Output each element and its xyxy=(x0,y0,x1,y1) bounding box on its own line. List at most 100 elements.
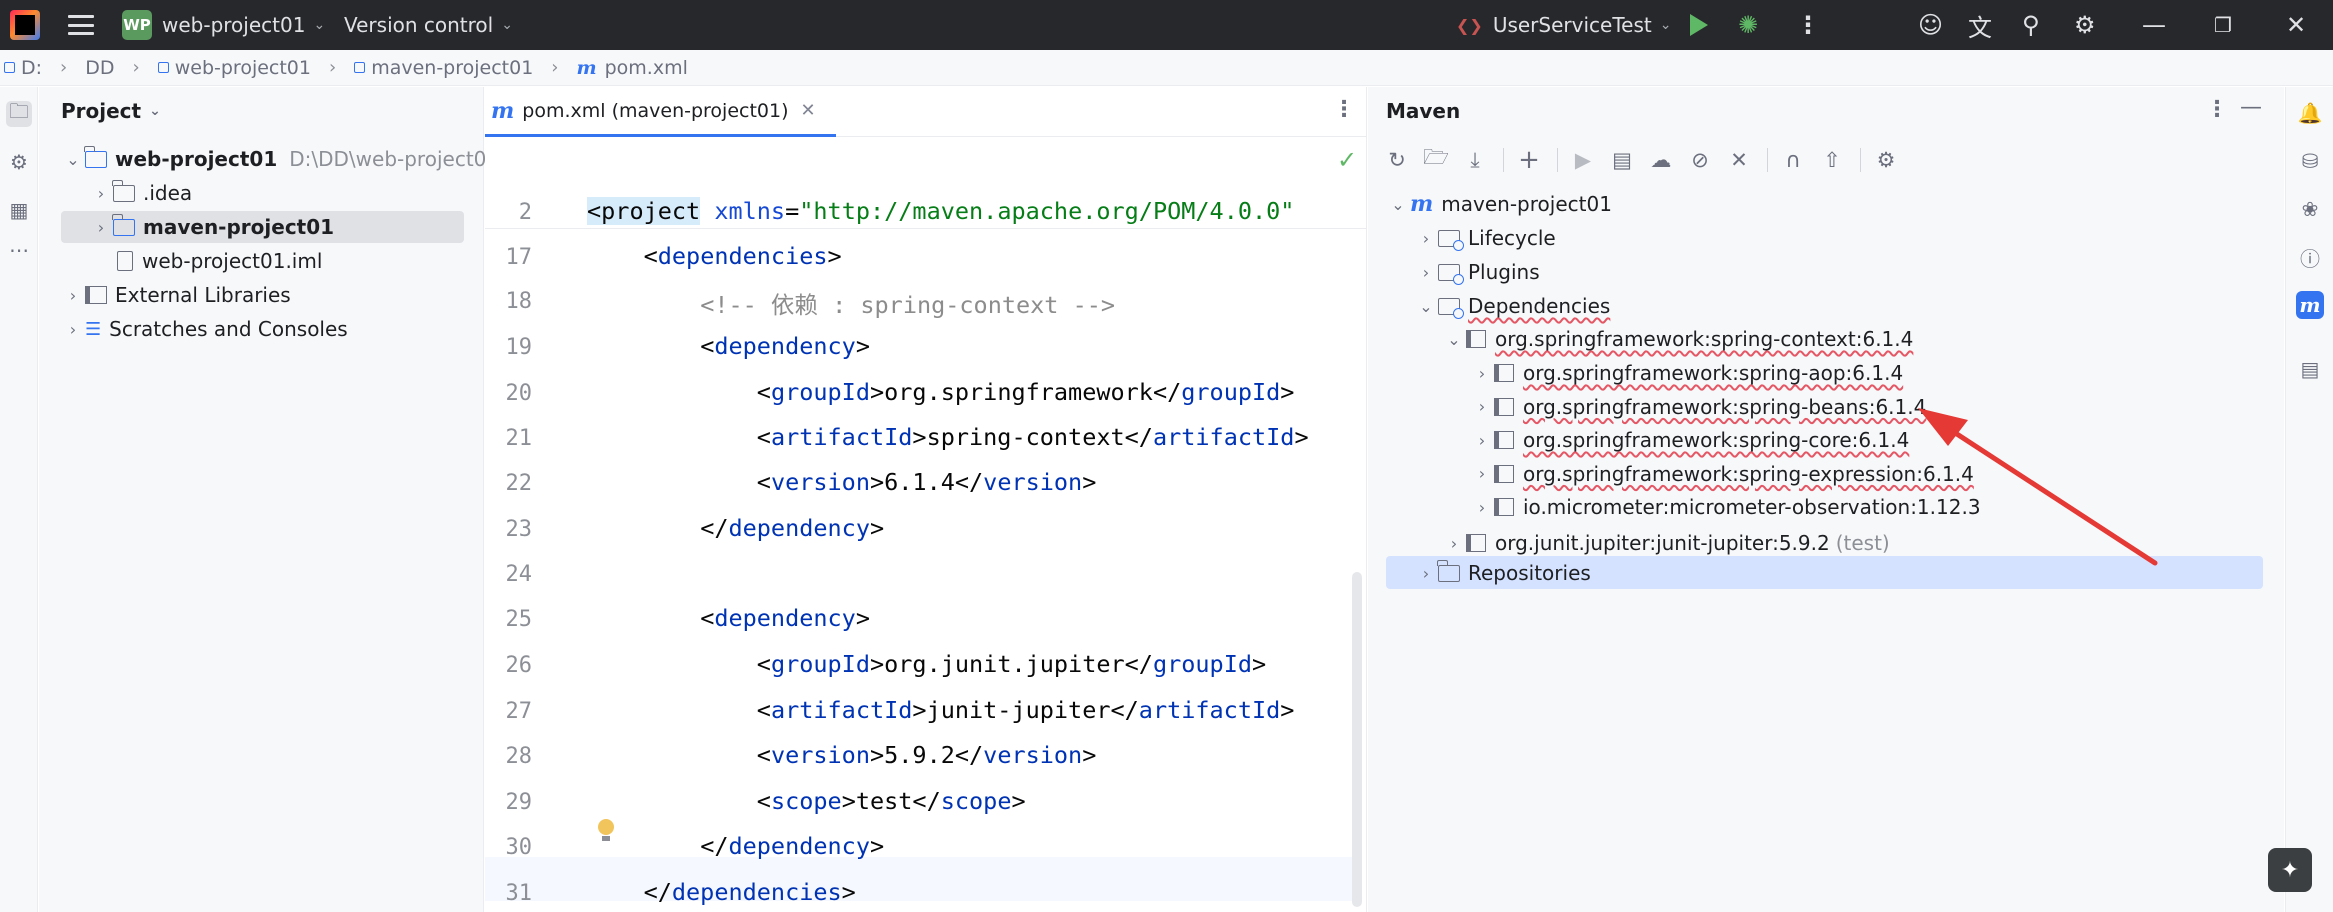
code-line[interactable]: </dependency> xyxy=(587,514,884,542)
dependency-junit-jupiter[interactable]: › org.junit.jupiter:junit-jupiter:5.9.2 … xyxy=(1442,527,1890,559)
code-line[interactable]: <artifactId>spring-context</artifactId> xyxy=(587,423,1309,451)
code-token: > xyxy=(841,878,856,906)
close-window-button[interactable]: ✕ xyxy=(2286,0,2306,50)
maven-project-node[interactable]: ⌄ m maven-project01 xyxy=(1386,188,1612,220)
lightbulb-icon[interactable] xyxy=(597,819,615,843)
code-line[interactable]: <dependencies> xyxy=(587,242,842,270)
project-tool-icon[interactable]: 🗀 xyxy=(6,99,32,127)
scrollbar[interactable] xyxy=(1352,572,1362,907)
restore-button[interactable]: ❐ xyxy=(2214,0,2232,50)
breadcrumb-label: D: xyxy=(21,56,43,79)
chevron-right-icon: › xyxy=(97,217,105,237)
skip-tests-icon[interactable]: ⊘ xyxy=(1685,145,1715,175)
code-token: dependencies xyxy=(657,242,828,270)
code-line[interactable]: </dependency> xyxy=(587,832,884,860)
code-token: dependency xyxy=(728,514,870,542)
project-switcher[interactable]: WP web-project01 ⌄ xyxy=(122,0,325,50)
run-config-selector[interactable]: ❮❯ UserServiceTest ⌄ xyxy=(1456,0,1671,50)
translate-button[interactable]: 文 xyxy=(1968,0,1992,50)
vcs-menu[interactable]: Version control ⌄ xyxy=(344,0,513,50)
maven-plugins-node[interactable]: › Plugins xyxy=(1414,256,1540,288)
code-line[interactable]: <groupId>org.junit.jupiter</groupId> xyxy=(587,650,1266,678)
structure-tool-icon[interactable]: ▦ xyxy=(6,197,32,223)
dependency-spring-context[interactable]: ⌄ org.springframework:spring-context:6.1… xyxy=(1442,323,1913,355)
sub-dependency-row[interactable]: › org.springframework:spring-expression:6… xyxy=(1470,458,1974,490)
maven-settings-icon[interactable]: ⚙ xyxy=(1871,145,1901,175)
tree-root-web-project01[interactable]: ⌄ web-project01 D:\DD\web-project01 xyxy=(61,143,499,175)
services-tool-icon[interactable]: ⚙ xyxy=(6,149,32,175)
more-tools-icon[interactable]: ⋯ xyxy=(6,237,32,263)
code-line[interactable]: <groupId>org.springframework</groupId> xyxy=(587,378,1295,406)
breadcrumb-pom[interactable]: m pom.xml xyxy=(577,57,688,79)
offline-icon[interactable]: ☁ xyxy=(1646,145,1676,175)
more-actions-button[interactable]: ⋮ xyxy=(1796,0,1820,50)
settings-button[interactable]: ⚙ xyxy=(2074,0,2096,50)
code-line[interactable]: <dependency> xyxy=(587,332,870,360)
download-icon[interactable]: ⤓ xyxy=(1460,145,1490,175)
breadcrumb-label: maven-project01 xyxy=(371,56,534,79)
minimize-button[interactable]: — xyxy=(2142,0,2166,50)
tree-item-scratches[interactable]: › ☰ Scratches and Consoles xyxy=(61,313,348,345)
analyze-icon[interactable]: ∩ xyxy=(1778,145,1808,175)
expand-all-icon[interactable]: ⇧ xyxy=(1817,145,1847,175)
magic-wand-icon[interactable]: ✦ xyxy=(2268,848,2312,892)
run-button[interactable] xyxy=(1690,0,1708,50)
maven-dependencies-node[interactable]: ⌄ Dependencies xyxy=(1414,290,1610,322)
code-token: < xyxy=(756,423,771,451)
code-token: artifactId xyxy=(1152,423,1295,451)
generate-sources-icon[interactable]: 🗁 xyxy=(1421,145,1451,175)
breadcrumb-web-project[interactable]: web-project01 xyxy=(157,57,311,79)
ai-assistant-icon[interactable]: ⓘ xyxy=(2296,243,2324,271)
checkmark-icon[interactable]: ✓ xyxy=(1337,146,1357,174)
run-icon[interactable]: ▶ xyxy=(1568,145,1598,175)
collapse-icon[interactable]: ✕ xyxy=(1724,145,1754,175)
minimize-icon[interactable]: — xyxy=(2240,95,2262,120)
code-token: < xyxy=(700,604,715,632)
sub-dependency-row[interactable]: › io.micrometer:micrometer-observation:1.… xyxy=(1470,491,1981,523)
breadcrumb-separator: › xyxy=(551,57,559,78)
translate-icon: 文 xyxy=(1968,13,1992,42)
code-line[interactable]: <scope>test</scope> xyxy=(587,787,1026,815)
plugin-icon[interactable]: ❀ xyxy=(2296,195,2324,223)
code-line[interactable]: <artifactId>junit-jupiter</artifactId> xyxy=(587,696,1295,724)
debug-button[interactable]: ✺ xyxy=(1738,0,1758,50)
code-token: artifactId xyxy=(1138,696,1281,724)
execute-goal-icon[interactable]: ▤ xyxy=(1607,145,1637,175)
maven-repositories-node[interactable]: › Repositories xyxy=(1414,557,1591,589)
code-line[interactable]: </dependencies> xyxy=(587,878,856,906)
main-menu-button[interactable] xyxy=(68,0,94,50)
code-token: </ xyxy=(700,832,729,860)
code-line[interactable]: <project xmlns="http://maven.apache.org/… xyxy=(587,197,1294,225)
code-line[interactable]: <version>5.9.2</version> xyxy=(587,741,1097,769)
app-logo-icon[interactable] xyxy=(10,0,40,50)
search-everywhere-button[interactable]: ⚲ xyxy=(2022,0,2040,50)
line-number: 30 xyxy=(505,835,533,860)
sub-dependency-row[interactable]: › org.springframework:spring-beans:6.1.4 xyxy=(1470,391,1927,423)
code-with-me-button[interactable]: ☺ xyxy=(1918,0,1943,50)
ant-icon[interactable]: ▤ xyxy=(2296,355,2324,383)
breadcrumb-drive[interactable]: D: xyxy=(4,57,42,79)
chevron-down-icon: ⌄ xyxy=(1391,194,1405,214)
code-line[interactable]: <version>6.1.4</version> xyxy=(587,468,1097,496)
close-icon[interactable]: ✕ xyxy=(801,100,816,121)
reload-icon[interactable]: ↻ xyxy=(1382,145,1412,175)
code-line[interactable]: <dependency> xyxy=(587,604,870,632)
more-vertical-icon[interactable]: ⋮ xyxy=(2206,97,2228,122)
tab-pom-xml[interactable]: m pom.xml (maven-project01) ✕ xyxy=(485,87,836,137)
notifications-icon[interactable]: 🔔 xyxy=(2296,99,2324,127)
tree-item-maven-project01[interactable]: › maven-project01 xyxy=(89,211,334,243)
breadcrumb-maven-project[interactable]: maven-project01 xyxy=(354,57,533,79)
tree-item-iml[interactable]: web-project01.iml xyxy=(113,245,322,277)
tree-item-idea[interactable]: › .idea xyxy=(89,177,192,209)
add-icon[interactable]: + xyxy=(1514,145,1544,175)
sub-dependency-row[interactable]: › org.springframework:spring-aop:6.1.4 xyxy=(1470,357,1903,389)
code-line[interactable]: <!-- 依赖 : spring-context --> xyxy=(587,286,1115,320)
tree-item-external-libraries[interactable]: › External Libraries xyxy=(61,279,291,311)
maven-lifecycle-node[interactable]: › Lifecycle xyxy=(1414,222,1556,254)
project-panel-header[interactable]: Project ⌄ xyxy=(61,99,161,123)
more-vertical-icon[interactable]: ⋮ xyxy=(1333,97,1355,122)
database-icon[interactable]: ⛁ xyxy=(2296,147,2324,175)
breadcrumb-dd[interactable]: DD xyxy=(85,57,114,79)
sub-dependency-row[interactable]: › org.springframework:spring-core:6.1.4 xyxy=(1470,424,1910,456)
maven-tool-icon[interactable]: m xyxy=(2296,291,2324,319)
